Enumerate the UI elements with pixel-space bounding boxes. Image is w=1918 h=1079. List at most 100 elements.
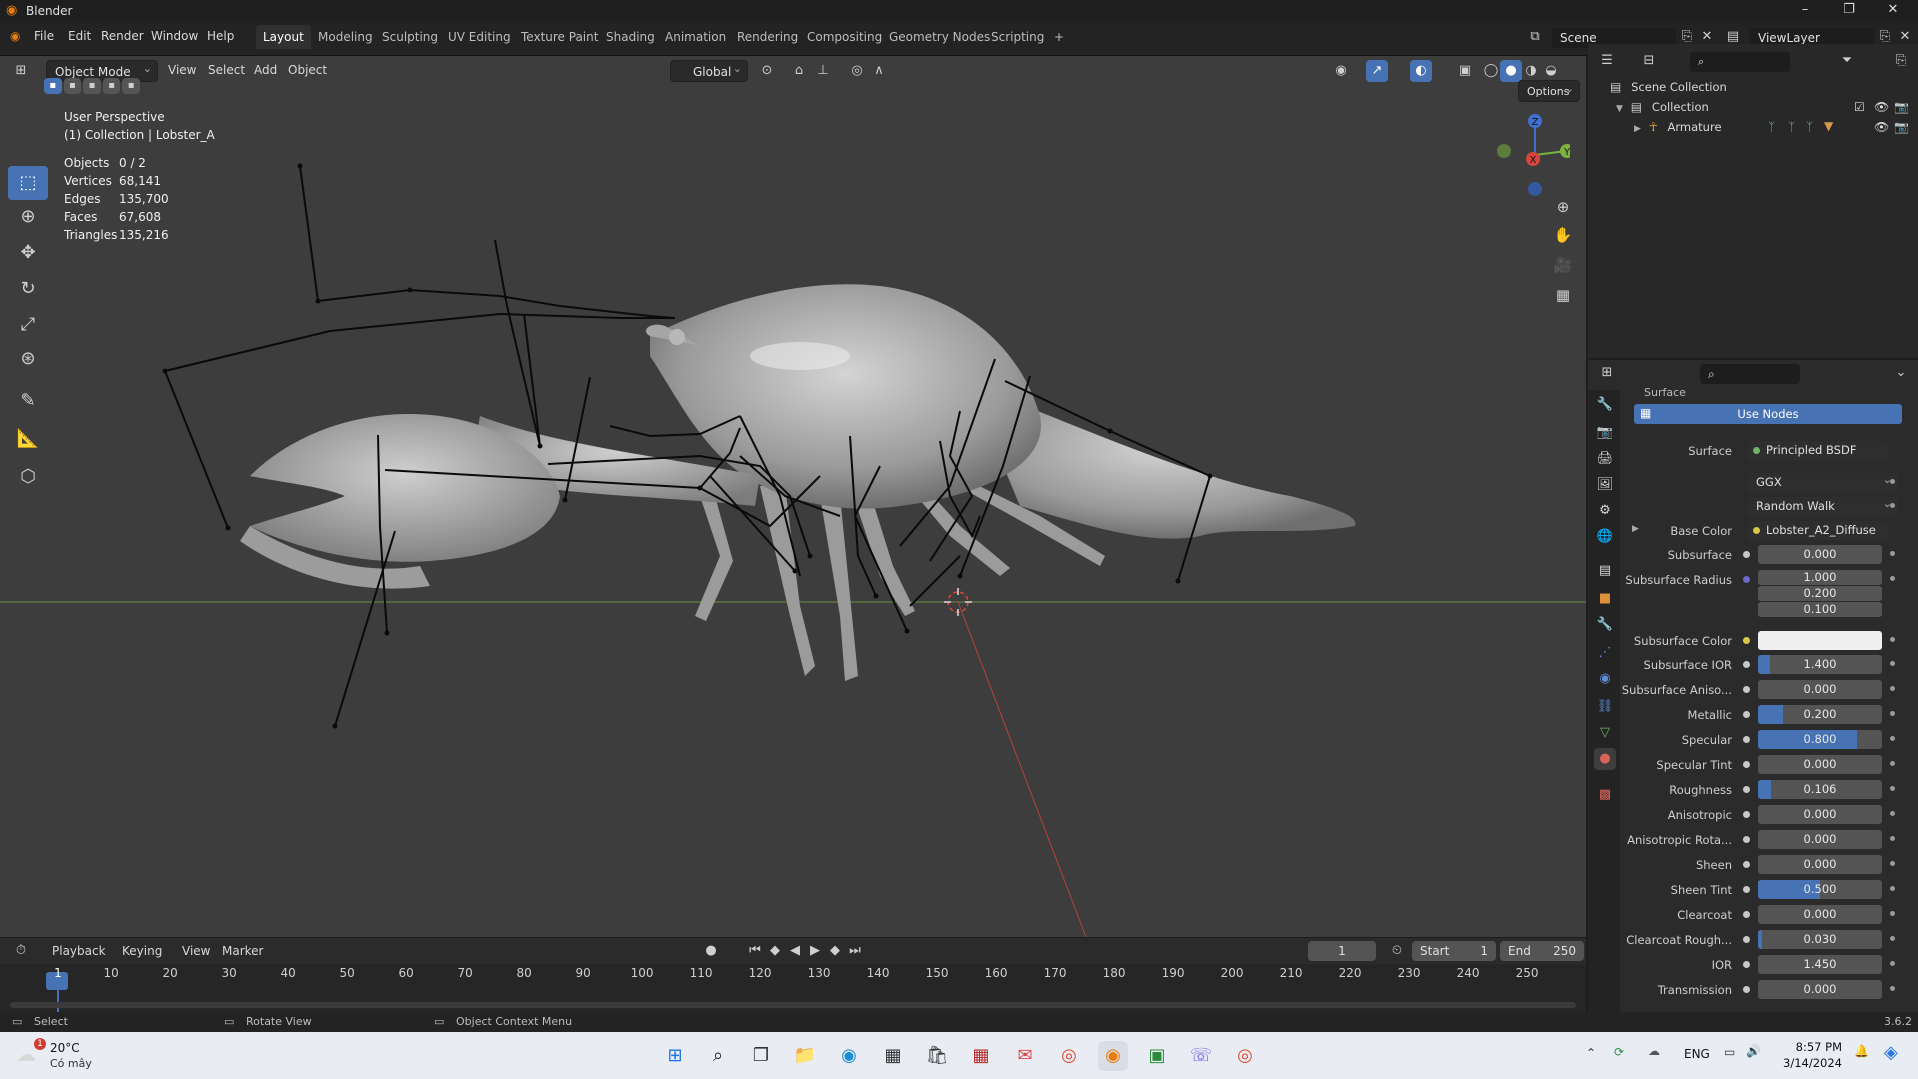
outliner-row-armature[interactable]: ▶ ☥ Armature ᛉ ᛉ ᛉ ▼ 👁 📷 [1634, 119, 1914, 140]
select-subtract-icon[interactable]: ▪ [83, 78, 101, 94]
world-tab-icon[interactable]: 🌐 [1594, 526, 1616, 548]
viber-icon[interactable]: ☏ [1186, 1041, 1216, 1071]
subsurface-method-dropdown[interactable]: Random Walk ⌄ [1748, 497, 1898, 516]
transform-orientation-dropdown[interactable]: Global [670, 58, 748, 82]
render-camera-icon[interactable]: 📷 [1894, 100, 1909, 114]
options-chevron-icon[interactable]: ⌄ [1890, 362, 1912, 384]
socket-dot-icon[interactable] [1743, 786, 1750, 793]
overlays-toggle-icon[interactable]: ◐ [1410, 60, 1432, 82]
timeline-scrollbar[interactable] [10, 1002, 1576, 1008]
measure-tool-icon[interactable]: 📐 [8, 422, 48, 456]
select-invert-icon[interactable]: ▪ [102, 78, 121, 94]
store-icon[interactable]: 🛍 [922, 1041, 952, 1071]
add-cube-tool-icon[interactable]: ⬡ [8, 460, 48, 494]
visibility-eye-icon[interactable]: 👁 [1874, 120, 1889, 134]
chevron-up-icon[interactable]: ⌃ [1586, 1046, 1596, 1060]
value-slider[interactable]: 0.200 [1758, 586, 1882, 601]
viewport-scene-canvas[interactable] [0, 56, 1586, 937]
keyframe-dot-icon[interactable] [1890, 686, 1895, 691]
close-button[interactable]: ✕ [1870, 0, 1916, 21]
tab-sculpting[interactable]: Sculpting [375, 25, 445, 49]
volume-icon[interactable]: 🔊 [1746, 1044, 1761, 1058]
jump-start-icon[interactable]: ⏮ [744, 940, 766, 962]
modifier-icon[interactable]: ▼ [1824, 119, 1833, 133]
wireframe-shading-icon[interactable]: ◯ [1480, 60, 1502, 82]
socket-dot-icon[interactable] [1743, 836, 1750, 843]
filter-icon[interactable]: ⏷ [1836, 50, 1858, 72]
socket-dot-icon[interactable] [1743, 637, 1750, 644]
timeline-menu-playback[interactable]: Playback [52, 944, 106, 958]
surface-shader-field[interactable]: Principled BSDF [1748, 441, 1888, 460]
render-tab-icon[interactable]: 📷 [1594, 422, 1616, 444]
socket-dot-icon[interactable] [1743, 986, 1750, 993]
render-camera-icon[interactable]: 📷 [1894, 120, 1909, 134]
value-slider[interactable]: 1.400 [1758, 655, 1882, 674]
keyframe-dot-icon[interactable] [1890, 637, 1895, 642]
transform-tool-icon[interactable]: ⊛ [8, 342, 48, 376]
keyframe-dot-icon[interactable] [1890, 551, 1895, 556]
tab-geometry-nodes[interactable]: Geometry Nodes [882, 25, 997, 49]
snap-target-icon[interactable]: ⊥ [812, 60, 834, 82]
edge-browser-icon[interactable]: ◉ [834, 1041, 864, 1071]
add-workspace-button[interactable]: + [1047, 25, 1071, 49]
socket-dot-icon[interactable] [1743, 661, 1750, 668]
constraints-tab-icon[interactable]: ⛓ [1594, 696, 1616, 718]
value-slider[interactable]: 1.450 [1758, 955, 1882, 974]
value-slider[interactable]: 0.000 [1758, 755, 1882, 774]
keyframe-dot-icon[interactable] [1890, 503, 1895, 508]
socket-dot-icon[interactable] [1743, 711, 1750, 718]
material-tab-icon[interactable]: ● [1594, 748, 1616, 770]
chrome-icon[interactable]: ◎ [1054, 1041, 1084, 1071]
maximize-button[interactable]: ❐ [1826, 0, 1872, 21]
annotate-tool-icon[interactable]: ✎ [8, 384, 48, 418]
value-slider[interactable]: 0.200 [1758, 705, 1882, 724]
rotate-tool-icon[interactable]: ↻ [8, 272, 48, 306]
expand-arrow-icon[interactable]: ▼ [1616, 104, 1623, 114]
socket-dot-icon[interactable] [1743, 961, 1750, 968]
notification-bell-icon[interactable]: 🔔 [1854, 1044, 1869, 1058]
prev-keyframe-icon[interactable]: ◆ [764, 940, 786, 962]
particles-tab-icon[interactable]: ⋰ [1594, 642, 1616, 664]
next-keyframe-icon[interactable]: ◆ [824, 940, 846, 962]
keyframe-dot-icon[interactable] [1890, 936, 1895, 941]
timeline-menu-view[interactable]: View [182, 944, 210, 958]
data-tab-icon[interactable]: ▽ [1594, 722, 1616, 744]
properties-search-input[interactable]: ⌕ [1700, 364, 1800, 384]
play-icon[interactable]: ▶ [804, 940, 826, 962]
socket-dot-icon[interactable] [1743, 576, 1750, 583]
value-slider[interactable]: 0.500 [1758, 880, 1882, 899]
socket-dot-icon[interactable] [1743, 761, 1750, 768]
weather-desc[interactable]: Có mây [50, 1057, 92, 1070]
current-frame-field[interactable]: 1 [1308, 941, 1376, 961]
properties-editor-type-icon[interactable]: ⊞ [1596, 362, 1618, 384]
tab-scripting[interactable]: Scripting [984, 25, 1051, 49]
clock-time[interactable]: 8:57 PM [1770, 1040, 1842, 1054]
chrome-icon[interactable]: ◎ [1230, 1041, 1260, 1071]
search-icon[interactable]: ⌕ [703, 1041, 733, 1071]
keyframe-dot-icon[interactable] [1890, 811, 1895, 816]
tool-tab-icon[interactable]: 🔧 [1594, 394, 1616, 416]
cursor-tool-icon[interactable]: ⊕ [8, 200, 48, 234]
texture-tab-icon[interactable]: ▩ [1594, 784, 1616, 806]
camera-view-icon[interactable]: 🎥 [1550, 252, 1576, 278]
app-icon[interactable]: ▦ [966, 1041, 996, 1071]
network-icon[interactable]: ▭ [1724, 1045, 1735, 1059]
scene-icon[interactable]: ⧉ [1524, 26, 1546, 48]
keyframe-dot-icon[interactable] [1890, 836, 1895, 841]
language-indicator[interactable]: ENG [1684, 1047, 1710, 1061]
move-tool-icon[interactable]: ✥ [8, 236, 48, 270]
blender-menu-icon[interactable]: ◉ [10, 29, 20, 43]
value-slider[interactable]: 0.000 [1758, 905, 1882, 924]
keyframe-dot-icon[interactable] [1890, 479, 1895, 484]
select-new-icon[interactable]: ▪ [44, 78, 62, 94]
socket-dot-icon[interactable] [1743, 861, 1750, 868]
clock-date[interactable]: 3/14/2024 [1770, 1056, 1842, 1070]
outliner-search-input[interactable]: ⌕ [1690, 52, 1790, 72]
value-slider[interactable]: 0.000 [1758, 805, 1882, 824]
timeline-menu-marker[interactable]: Marker [222, 944, 263, 958]
blender-taskbar-icon[interactable]: ◉ [1098, 1041, 1128, 1071]
object-tab-icon[interactable]: ■ [1594, 588, 1616, 610]
keyframe-dot-icon[interactable] [1890, 911, 1895, 916]
keyframe-dot-icon[interactable] [1890, 986, 1895, 991]
scale-tool-icon[interactable]: ⤢ [8, 308, 48, 342]
